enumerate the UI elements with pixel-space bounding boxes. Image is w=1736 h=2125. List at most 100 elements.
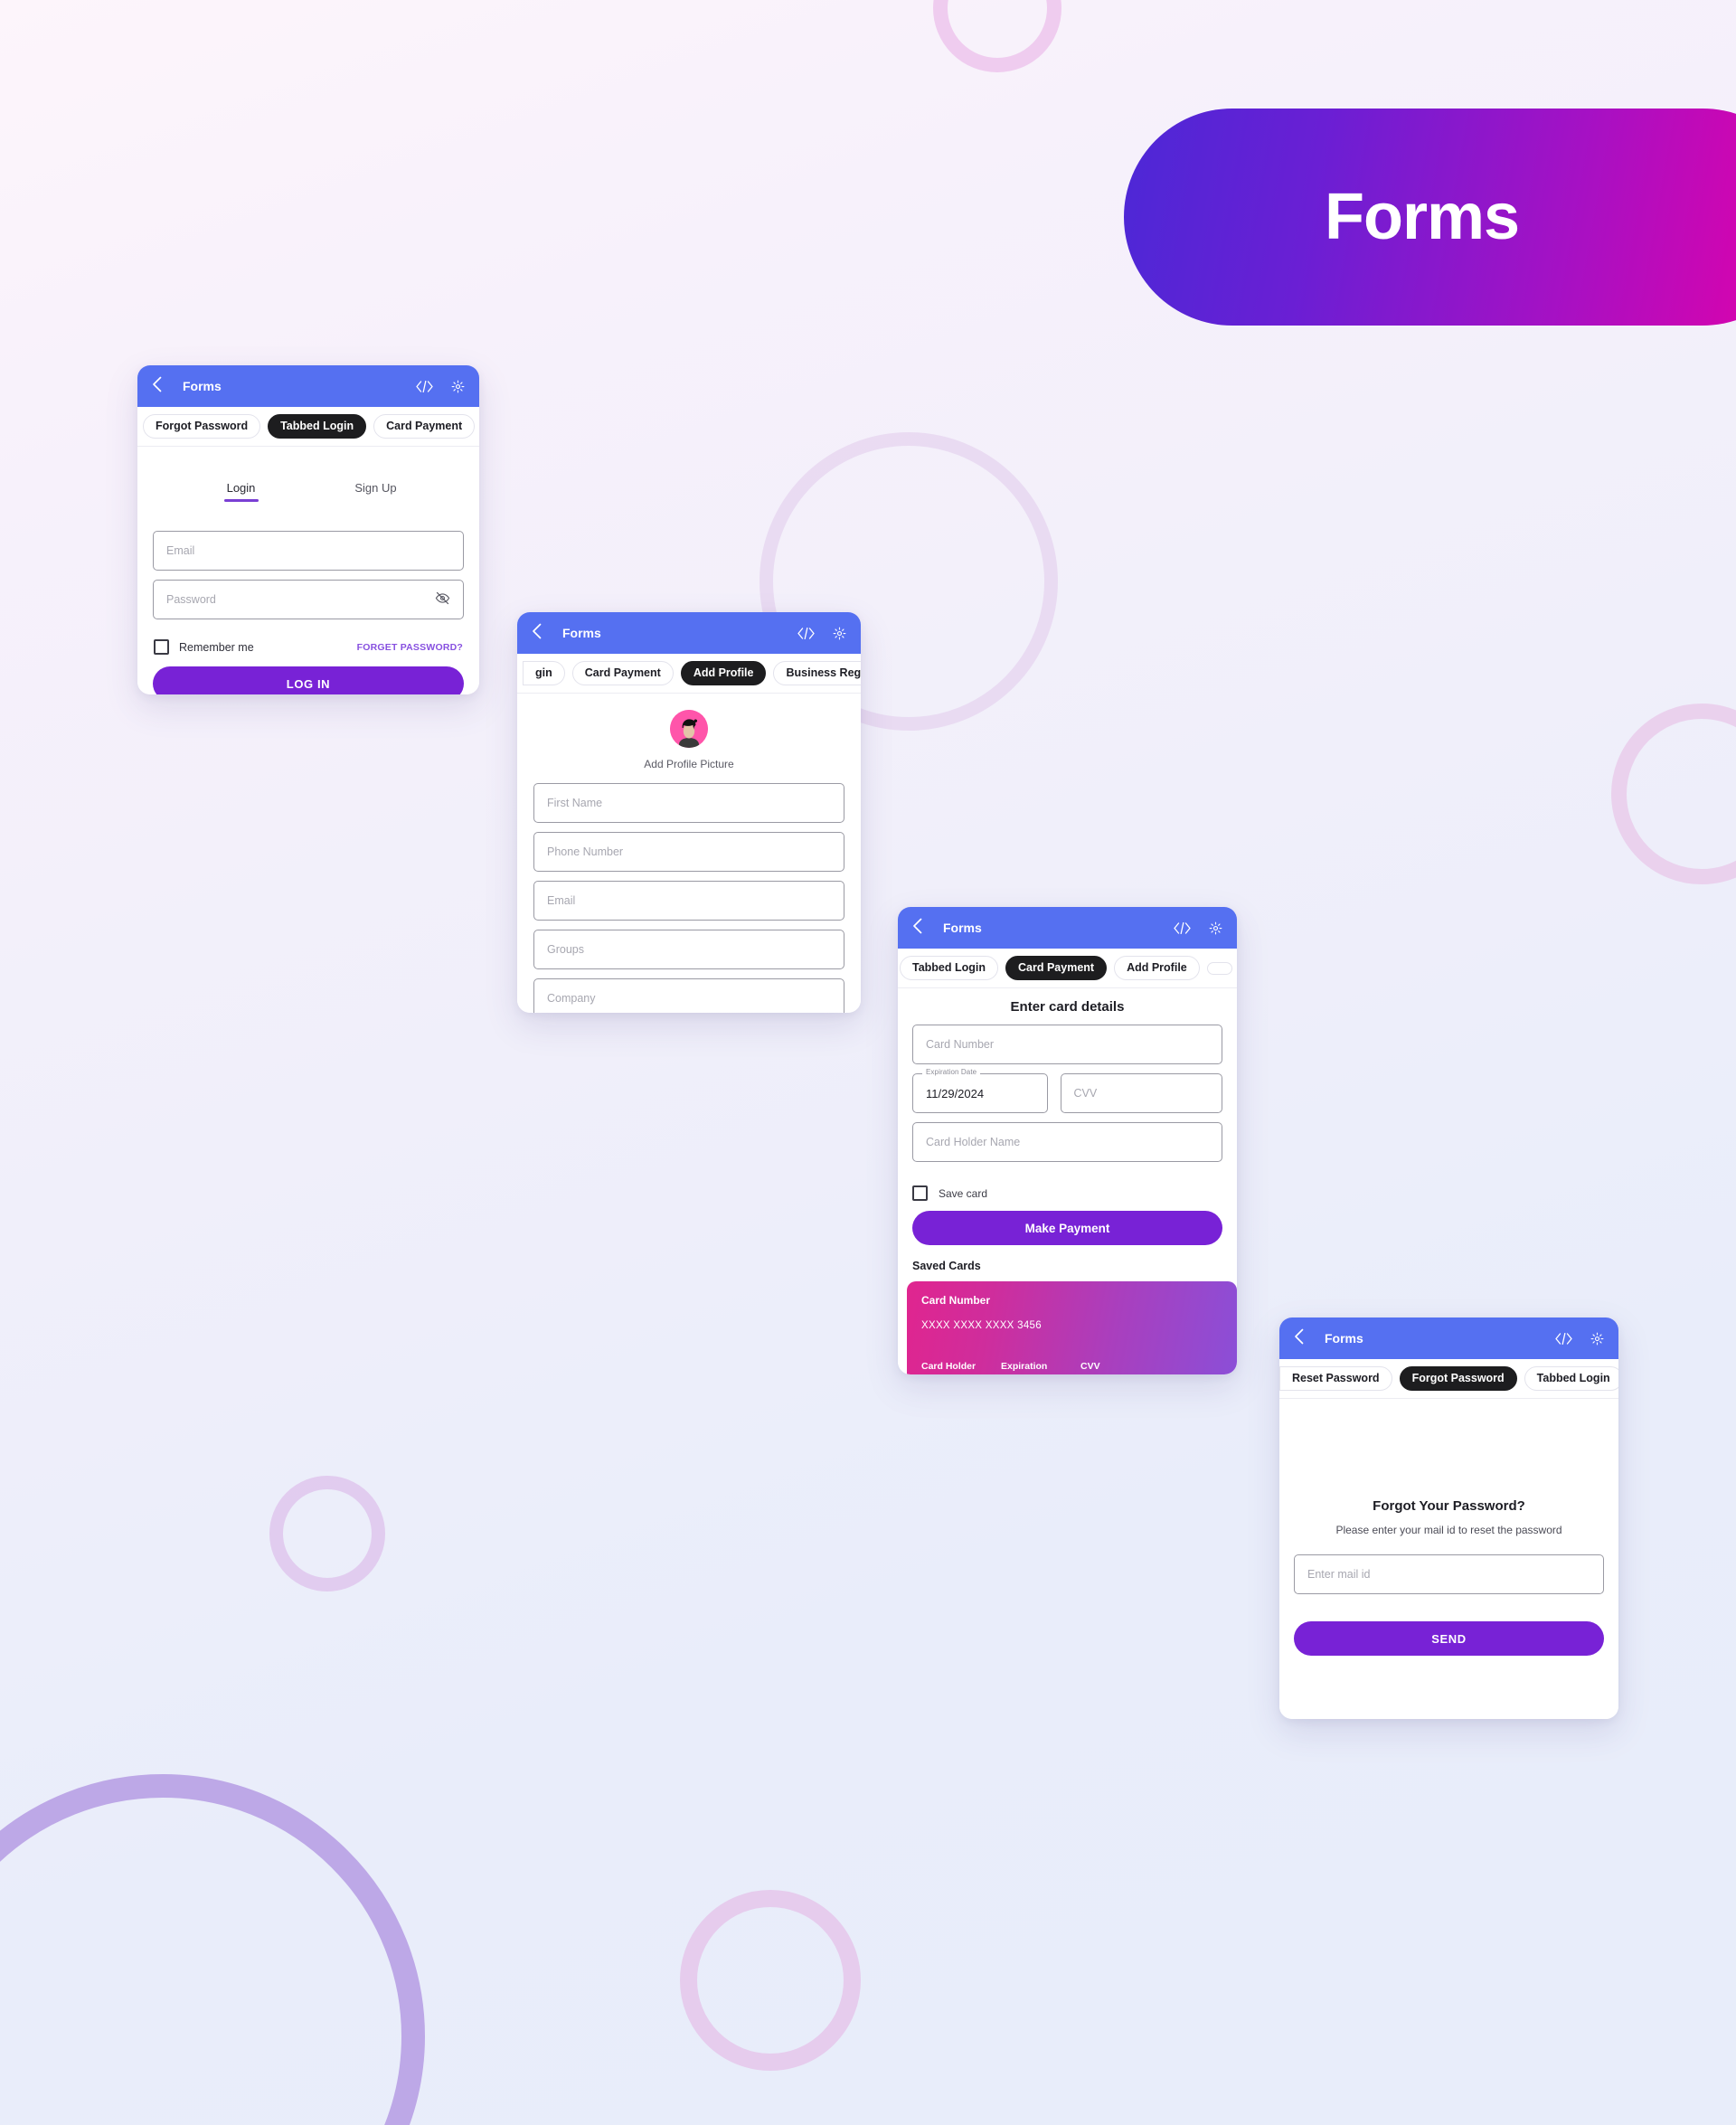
forget-password-link[interactable]: FORGET PASSWORD? (357, 642, 463, 653)
banner-title: Forms (1325, 181, 1520, 253)
email-field[interactable]: Email (533, 881, 844, 921)
phone-screen-add-profile: Forms gin Card Payment Add Profile Busin… (517, 612, 861, 1013)
remember-me-label: Remember me (179, 640, 254, 654)
saved-card-item[interactable]: Card Number XXXX XXXX XXXX 3456 Card Hol… (907, 1281, 1237, 1374)
gear-icon[interactable] (1590, 1332, 1604, 1346)
expiration-date-field[interactable]: 11/29/2024 (912, 1073, 1048, 1113)
eye-off-icon[interactable] (435, 590, 450, 609)
tab-chip-tabbed-login-partial[interactable]: gin (523, 660, 565, 686)
code-icon[interactable] (797, 627, 815, 639)
save-card-checkbox[interactable]: Save card (898, 1162, 1237, 1201)
tab-chip-card-payment[interactable]: Card Payment (373, 413, 476, 439)
profile-avatar-icon[interactable] (670, 710, 708, 748)
tab-chip-row[interactable]: Tabbed Login Card Payment Add Profile (898, 949, 1237, 988)
password-field[interactable]: Password (153, 580, 464, 619)
app-bar: Forms (1279, 1318, 1618, 1359)
enter-card-details-heading: Enter card details (1010, 999, 1125, 1015)
phone-number-field[interactable]: Phone Number (533, 832, 844, 872)
tab-chip-row[interactable]: gin Card Payment Add Profile Business Re… (517, 654, 861, 694)
tab-chip-next-partial[interactable] (1206, 961, 1232, 975)
tab-chip-row[interactable]: Forgot Password Tabbed Login Card Paymen… (137, 407, 479, 447)
screen-body: Enter card details Card Number Expiratio… (898, 988, 1237, 1374)
code-icon[interactable] (416, 380, 433, 392)
tab-chip-forgot-password[interactable]: Forgot Password (143, 413, 261, 439)
password-placeholder: Password (166, 593, 216, 606)
groups-placeholder: Groups (547, 943, 584, 956)
mail-id-wrap: Enter mail id (1279, 1536, 1618, 1594)
log-in-button[interactable]: LOG IN (153, 666, 464, 694)
decorative-ring (933, 0, 1061, 72)
decorative-ring (0, 1774, 425, 2125)
phone-number-placeholder: Phone Number (547, 845, 624, 858)
saved-card-cvv-col: CVV 123 (1080, 1361, 1160, 1374)
tab-signup[interactable]: Sign Up (308, 481, 443, 502)
card-holder-name-field[interactable]: Card Holder Name (912, 1122, 1222, 1162)
profile-fields: First Name Phone Number Email Groups Com… (517, 770, 861, 1013)
card-holder-placeholder: Card Holder Name (926, 1136, 1021, 1148)
saved-card-holder-col: Card Holder John Doe (921, 1361, 1001, 1374)
saved-card-footer: Card Holder John Doe Expiration 11/29 CV… (921, 1361, 1222, 1374)
tab-chip-tabbed-login[interactable]: Tabbed Login (268, 413, 367, 439)
tab-chip-row[interactable]: Reset Password Forgot Password Tabbed Lo… (1279, 1359, 1618, 1399)
avatar-section: Add Profile Picture (517, 694, 861, 770)
app-title: Forms (562, 626, 601, 640)
checkbox-box[interactable] (912, 1185, 928, 1201)
send-button-wrap: SEND (1294, 1621, 1604, 1656)
expiration-cvv-row: Expiration Date 11/29/2024 CVV (912, 1068, 1222, 1113)
phone-screen-tabbed-login: Forms Forgot Password Tabbed Login Card … (137, 365, 479, 694)
chevron-left-icon[interactable] (1294, 1328, 1314, 1348)
tab-chip-tabbed-login[interactable]: Tabbed Login (1524, 1365, 1618, 1392)
expiration-date-value: 11/29/2024 (926, 1086, 985, 1100)
remember-me-checkbox[interactable]: Remember me (154, 639, 254, 655)
gear-icon[interactable] (1209, 921, 1222, 935)
tab-chip-add-profile[interactable]: Add Profile (1114, 955, 1200, 981)
app-title: Forms (183, 379, 222, 393)
app-title: Forms (1325, 1331, 1363, 1346)
make-payment-button[interactable]: Make Payment (912, 1211, 1222, 1245)
save-card-label: Save card (939, 1186, 988, 1200)
tab-chip-reset-password[interactable]: Reset Password (1279, 1365, 1392, 1392)
tab-login[interactable]: Login (174, 481, 308, 502)
saved-card-number-label: Card Number (921, 1294, 991, 1307)
email-placeholder: Email (547, 894, 576, 907)
mail-id-placeholder: Enter mail id (1307, 1568, 1371, 1581)
forgot-password-heading: Forgot Your Password? (1373, 1498, 1525, 1514)
forgot-password-subheading: Please enter your mail id to reset the p… (1335, 1524, 1562, 1536)
code-icon[interactable] (1174, 921, 1191, 934)
tab-chip-card-payment[interactable]: Card Payment (571, 660, 674, 686)
app-title: Forms (943, 921, 982, 935)
login-signup-tabs[interactable]: Login Sign Up (137, 447, 479, 502)
login-fields: Email Password (137, 502, 479, 619)
page-root: Forms Forms Forgot Password Tabbed Login… (0, 0, 1736, 2125)
gear-icon[interactable] (833, 627, 846, 640)
email-field[interactable]: Email (153, 531, 464, 571)
tab-chip-add-profile[interactable]: Add Profile (680, 660, 767, 686)
code-icon[interactable] (1555, 1332, 1572, 1345)
expiration-wrap: Expiration Date 11/29/2024 (912, 1068, 1048, 1113)
forgot-content: Forgot Your Password? Please enter your … (1279, 1399, 1618, 1656)
gear-icon[interactable] (451, 380, 465, 393)
saved-cards-heading: Saved Cards (912, 1260, 981, 1272)
checkbox-box[interactable] (154, 639, 169, 655)
mail-id-field[interactable]: Enter mail id (1294, 1554, 1604, 1594)
chevron-left-icon[interactable] (912, 918, 932, 938)
tab-chip-forgot-password[interactable]: Forgot Password (1399, 1365, 1517, 1392)
screen-body: Login Sign Up Email Password Remember me (137, 447, 479, 694)
first-name-field[interactable]: First Name (533, 783, 844, 823)
card-number-placeholder: Card Number (926, 1038, 995, 1051)
company-field[interactable]: Company (533, 978, 844, 1013)
groups-field[interactable]: Groups (533, 930, 844, 969)
decorative-ring (1611, 704, 1736, 884)
card-fields: Card Number Expiration Date 11/29/2024 C… (898, 1015, 1237, 1162)
tab-chip-tabbed-login[interactable]: Tabbed Login (900, 955, 999, 981)
send-button[interactable]: SEND (1294, 1621, 1604, 1656)
saved-card-number: XXXX XXXX XXXX 3456 (921, 1320, 1042, 1331)
tab-chip-card-payment[interactable]: Card Payment (1005, 955, 1108, 981)
tab-chip-business-registration[interactable]: Business Regis (773, 660, 861, 686)
expiration-label: Expiration (1001, 1361, 1048, 1372)
cvv-field[interactable]: CVV (1060, 1073, 1222, 1113)
expiration-date-legend: Expiration Date (922, 1068, 981, 1076)
card-number-field[interactable]: Card Number (912, 1025, 1222, 1064)
chevron-left-icon[interactable] (532, 623, 552, 643)
chevron-left-icon[interactable] (152, 376, 172, 396)
